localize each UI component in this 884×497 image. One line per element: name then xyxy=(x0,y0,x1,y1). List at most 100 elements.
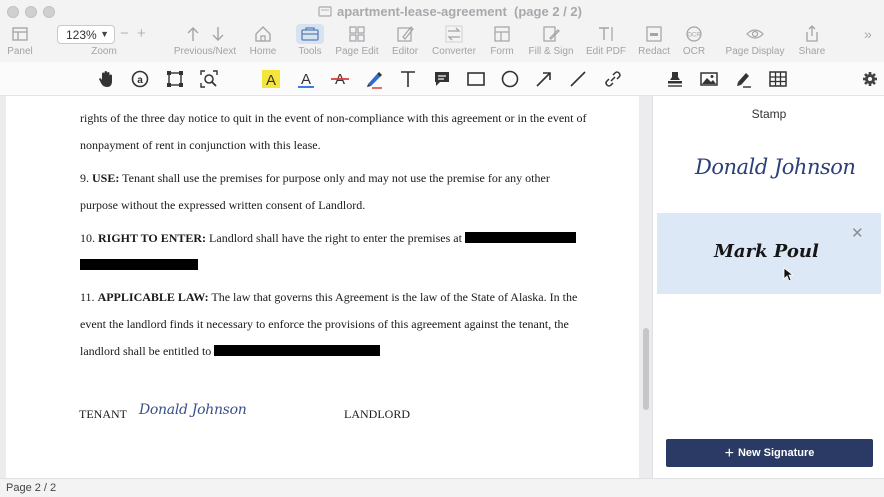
table-icon[interactable] xyxy=(768,69,788,89)
clause-heading: USE: xyxy=(92,171,120,185)
tools-icon xyxy=(296,24,324,44)
panel-title: Stamp xyxy=(751,107,787,121)
window-title: apartment-lease-agreement (page 2 / 2) xyxy=(318,4,582,19)
annotation-toolbar: a A A A xyxy=(0,62,884,96)
zoom-select[interactable]: 123% ▼ xyxy=(57,25,115,44)
gear-icon[interactable] xyxy=(860,69,880,89)
chevron-down-icon: ▼ xyxy=(100,29,109,39)
toolbar-fill-sign[interactable]: Fill & Sign xyxy=(526,24,576,62)
stamp-panel: Stamp Donald Johnson Mark Poul ✕ + New Si… xyxy=(652,96,884,478)
toolbar-form[interactable]: Form xyxy=(486,24,518,62)
image-icon[interactable] xyxy=(699,69,719,89)
hand-tool-icon[interactable] xyxy=(96,69,116,89)
area-search-icon[interactable] xyxy=(199,69,219,89)
clause-text: landlord shall be entitled to xyxy=(80,344,215,358)
redacted-line xyxy=(80,258,198,273)
clause-number: 11. xyxy=(80,290,95,304)
new-signature-button[interactable]: + New Signature xyxy=(666,439,873,467)
signature-item-selected[interactable]: Mark Poul ✕ xyxy=(657,213,881,294)
stamp-icon[interactable] xyxy=(665,69,685,89)
right-to-enter-clause: 10. RIGHT TO ENTER: Landlord shall have … xyxy=(80,231,576,246)
rectangle-icon[interactable] xyxy=(466,69,486,89)
toolbar-label: Fill & Sign xyxy=(528,46,574,57)
paragraph-line: nonpayment of rent in conjunction with t… xyxy=(80,138,321,152)
form-icon xyxy=(494,26,510,42)
mouse-cursor-icon xyxy=(783,267,793,282)
note-icon[interactable] xyxy=(432,69,452,89)
redaction-box xyxy=(464,232,576,243)
new-signature-label: New Signature xyxy=(737,446,815,459)
redaction-box xyxy=(214,345,381,356)
up-down-arrows-icon xyxy=(187,27,224,41)
paragraph-line: event the landlord finds it necessary to… xyxy=(80,317,569,331)
toolbar-previous-next[interactable]: Previous/Next xyxy=(172,24,238,62)
zoom-value: 123% xyxy=(66,28,97,42)
document-name: apartment-lease-agreement xyxy=(337,4,507,19)
plus-icon: + xyxy=(724,444,734,462)
toolbar-label: Page Edit xyxy=(335,46,379,57)
signature-icon[interactable] xyxy=(733,69,753,89)
pdf-page[interactable]: rights of the three day notice to quit i… xyxy=(6,96,639,478)
toolbar-label: Form xyxy=(490,46,514,57)
toolbar-converter[interactable]: Converter xyxy=(430,24,478,62)
toolbar-label: Home xyxy=(249,46,277,57)
signature-text: Mark Poul xyxy=(714,241,819,262)
toolbar-home[interactable]: Home xyxy=(247,24,279,62)
toolbar-share[interactable]: Share xyxy=(796,24,828,62)
pen-icon[interactable] xyxy=(364,69,384,89)
toolbar-label: Tools xyxy=(298,46,322,57)
toolbar-tools[interactable]: Tools xyxy=(294,24,326,62)
clause-number: 10. xyxy=(80,231,95,245)
toolbar-edit-pdf[interactable]: Edit PDF xyxy=(585,24,627,62)
overflow-chevron-icon[interactable]: » xyxy=(864,26,872,42)
circle-icon[interactable] xyxy=(500,69,520,89)
vertical-scrollbar[interactable] xyxy=(643,328,649,410)
line-icon[interactable] xyxy=(568,69,588,89)
toolbar-label: OCR xyxy=(682,46,706,57)
paragraph-line: rights of the three day notice to quit i… xyxy=(80,111,587,125)
toolbar-page-edit[interactable]: Page Edit xyxy=(334,24,380,62)
share-icon xyxy=(806,25,818,42)
svg-text:A: A xyxy=(301,71,311,88)
toolbar-panel[interactable]: Panel xyxy=(4,24,36,62)
strikethrough-icon[interactable]: A xyxy=(330,69,350,89)
svg-text:OCR: OCR xyxy=(687,33,701,39)
svg-text:A: A xyxy=(266,72,276,89)
toolbar-editor[interactable]: Editor xyxy=(389,24,421,62)
text-tool-icon[interactable] xyxy=(398,69,418,89)
use-clause: 9. USE: Tenant shall use the premises fo… xyxy=(80,171,550,186)
toolbar-label: Share xyxy=(798,46,826,57)
toolbar-label: Previous/Next xyxy=(173,46,237,57)
highlight-icon[interactable]: A xyxy=(261,69,281,89)
zoom-window-button[interactable] xyxy=(43,6,55,18)
link-icon[interactable] xyxy=(603,69,623,89)
text-select-icon[interactable]: a xyxy=(130,69,150,89)
minimize-window-button[interactable] xyxy=(25,6,37,18)
applicable-law-clause: 11. APPLICABLE LAW: The law that governs… xyxy=(80,290,577,305)
document-viewer[interactable]: rights of the three day notice to quit i… xyxy=(0,96,652,478)
tenant-signature[interactable]: Donald Johnson xyxy=(139,402,247,418)
zoom-in-button[interactable]: + xyxy=(137,25,146,42)
toolbar-redact[interactable]: Redact xyxy=(636,24,672,62)
page-status: Page 2 / 2 xyxy=(6,482,57,494)
toolbar-label: Edit PDF xyxy=(585,46,626,57)
clause-heading: APPLICABLE LAW: xyxy=(97,290,209,304)
page-indicator: (page 2 / 2) xyxy=(514,4,582,19)
close-window-button[interactable] xyxy=(7,6,19,18)
signature-item[interactable]: Donald Johnson xyxy=(657,141,881,203)
close-icon[interactable]: ✕ xyxy=(851,224,864,242)
area-select-icon[interactable] xyxy=(165,69,185,89)
toolbar-page-display[interactable]: Page Display xyxy=(724,24,786,62)
signature-text: Donald Johnson xyxy=(695,155,856,179)
page-edit-icon xyxy=(349,26,365,42)
toolbar-label: Editor xyxy=(391,46,419,57)
toolbar-zoom: Zoom xyxy=(84,44,124,62)
clause-number: 9. xyxy=(80,171,89,185)
file-icon xyxy=(318,6,332,17)
zoom-out-button[interactable]: − xyxy=(120,25,129,42)
arrow-icon[interactable] xyxy=(534,69,554,89)
underline-icon[interactable]: A xyxy=(296,69,316,89)
title-toolbar: apartment-lease-agreement (page 2 / 2) P… xyxy=(0,0,884,62)
toolbar-ocr[interactable]: OCR OCR xyxy=(680,24,708,62)
redaction-box xyxy=(80,259,198,270)
